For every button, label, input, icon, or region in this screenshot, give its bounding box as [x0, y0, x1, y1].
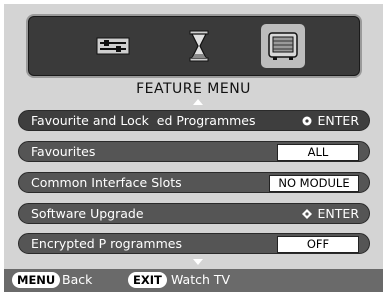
osd-screen: FEATURE MENU Favourite and Lock ed Progr… [4, 4, 383, 292]
menu-item-favourites[interactable]: Favourites ALL [18, 141, 370, 162]
menu-key-button[interactable]: MENU [12, 272, 61, 288]
exit-key-button[interactable]: EXIT [128, 272, 167, 288]
hourglass-icon[interactable] [177, 24, 221, 68]
menu-category-bar [28, 16, 360, 76]
menu-item-common-interface-slots[interactable]: Common Interface Slots NO MODULE [18, 172, 370, 193]
menu-item-label: Software Upgrade [31, 206, 144, 221]
exit-key-action: Watch TV [171, 272, 231, 287]
favourites-value[interactable]: ALL [277, 144, 359, 161]
menu-item-label: Common Interface Slots [31, 175, 182, 190]
enter-label: ENTER [317, 113, 359, 128]
footer-help-bar: MENU Back EXIT Watch TV [4, 269, 383, 292]
enter-action[interactable]: ENTER [301, 206, 359, 221]
settings-sliders-icon[interactable] [91, 24, 135, 68]
scroll-down-icon [193, 259, 203, 265]
common-interface-value[interactable]: NO MODULE [269, 175, 359, 192]
navigate-diamond-icon [301, 208, 312, 219]
menu-title: FEATURE MENU [136, 81, 251, 97]
select-diamond-icon [302, 116, 312, 125]
scroll-up-icon [193, 99, 203, 105]
menu-item-favourite-and-locked[interactable]: Favourite and Lock ed Programmes ENTER [18, 110, 370, 131]
menu-item-encrypted-programmes[interactable]: Encrypted P rogrammes OFF [18, 233, 370, 254]
menu-item-software-upgrade[interactable]: Software Upgrade ENTER [18, 203, 370, 224]
menu-item-label: Favourites [31, 144, 96, 159]
encrypted-programmes-value[interactable]: OFF [277, 236, 359, 253]
enter-action[interactable]: ENTER [302, 113, 359, 128]
menu-key-action: Back [62, 272, 93, 287]
enter-label: ENTER [317, 206, 359, 221]
menu-item-label: Favourite and Lock ed Programmes [31, 113, 256, 128]
tv-feature-icon[interactable] [261, 24, 305, 68]
menu-item-label: Encrypted P rogrammes [31, 236, 182, 251]
